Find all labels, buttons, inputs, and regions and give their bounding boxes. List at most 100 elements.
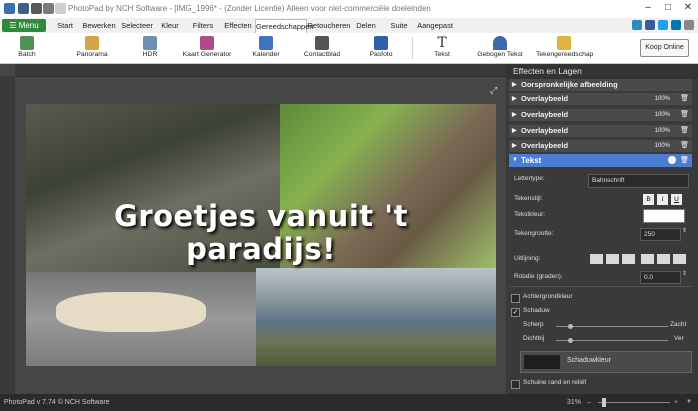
- layer-name: Overlaybeeld: [521, 141, 569, 150]
- panorama-button[interactable]: Panorama: [72, 34, 112, 62]
- size-label: Tekengrootte:: [514, 230, 554, 237]
- redo-icon[interactable]: [43, 3, 54, 14]
- overlay-text[interactable]: Groetjes vanuit 't paradijs!: [26, 200, 496, 266]
- tab-retoucheren[interactable]: Retoucheren: [307, 18, 351, 33]
- undo-icon[interactable]: [31, 3, 42, 14]
- app-icon: [4, 3, 15, 14]
- align-middle-button[interactable]: [657, 254, 670, 264]
- zoom-out-icon[interactable]: –: [587, 394, 591, 411]
- zoom-slider-track[interactable]: [598, 402, 670, 403]
- new-document-icon[interactable]: [55, 3, 66, 14]
- trash-icon[interactable]: 🗑: [680, 109, 689, 121]
- passport-photo-label: Pasfoto: [369, 51, 393, 58]
- trash-icon[interactable]: 🗑: [680, 140, 689, 152]
- sharp-label: Scherp: [523, 321, 544, 328]
- batch-button[interactable]: Batch: [12, 34, 42, 62]
- settings-circle-icon[interactable]: [668, 156, 676, 164]
- horizontal-ruler: [15, 64, 506, 77]
- distance-slider-handle[interactable]: [568, 338, 573, 343]
- layer-opacity[interactable]: 100%: [655, 109, 670, 121]
- help-icon[interactable]: [684, 20, 694, 30]
- font-dropdown[interactable]: Bahnschrift: [588, 174, 689, 188]
- twitter-icon[interactable]: [658, 20, 668, 30]
- align-top-button[interactable]: [641, 254, 654, 264]
- tab-bewerken[interactable]: Bewerken: [81, 18, 117, 33]
- spinner-icon[interactable]: ⇕: [682, 227, 687, 234]
- tab-suite[interactable]: Suite: [388, 18, 410, 33]
- drawing-tool-button[interactable]: Tekengereedschap: [536, 34, 593, 62]
- hdr-button[interactable]: HDR: [135, 34, 165, 62]
- buy-online-button[interactable]: Koop Online: [640, 39, 689, 57]
- layer-opacity[interactable]: 100%: [655, 125, 670, 137]
- tab-selecteer[interactable]: Selecteer: [118, 18, 156, 33]
- layer-opacity[interactable]: 100%: [655, 93, 670, 105]
- hdr-label: HDR: [142, 51, 158, 58]
- shadow-checkbox[interactable]: ✓: [511, 308, 520, 317]
- size-value: 250: [644, 231, 655, 238]
- layer-original[interactable]: ▶ Oorspronkelijke afbeelding: [509, 79, 692, 91]
- layer-overlay-1[interactable]: ▶ Overlaybeeld 100% 🗑: [509, 93, 692, 105]
- italic-button[interactable]: I: [657, 194, 668, 205]
- text-button[interactable]: T Tekst: [428, 34, 456, 62]
- tab-aangepast[interactable]: Aangepast: [416, 18, 454, 33]
- minimize-button[interactable]: –: [640, 2, 656, 13]
- passport-photo-button[interactable]: Pasfoto: [363, 34, 399, 62]
- style-label: Tekenstijl:: [514, 195, 543, 202]
- layer-text[interactable]: ▼ Tekst 🗑: [509, 154, 692, 167]
- like-icon[interactable]: [632, 20, 642, 30]
- expand-arrow-icon[interactable]: ▶: [512, 93, 517, 105]
- menu-button[interactable]: ☰ Menu: [2, 19, 46, 32]
- shadow-color-button[interactable]: Schaduwkleur: [520, 351, 692, 373]
- trash-icon[interactable]: 🗑: [680, 154, 689, 167]
- tab-effecten[interactable]: Effecten: [222, 18, 254, 33]
- underline-button[interactable]: U: [671, 194, 682, 205]
- map-generator-button[interactable]: Kaart Generator: [180, 34, 234, 62]
- expand-arrow-icon[interactable]: ▶: [512, 140, 517, 152]
- text-color-label: Tekstkleur:: [514, 211, 546, 218]
- text-color-swatch[interactable]: [643, 209, 685, 223]
- linkedin-icon[interactable]: [671, 20, 681, 30]
- harbor-photo: [256, 268, 496, 366]
- bold-button[interactable]: B: [643, 194, 654, 205]
- facebook-icon[interactable]: [645, 20, 655, 30]
- close-button[interactable]: ✕: [680, 2, 696, 13]
- rotation-input[interactable]: 0.0: [640, 271, 681, 284]
- align-left-button[interactable]: [590, 254, 603, 264]
- tab-gereedschappen[interactable]: Gereedschappen: [255, 19, 314, 34]
- photo-collage[interactable]: Groetjes vanuit 't paradijs!: [26, 104, 496, 366]
- hamburger-icon: ☰: [9, 21, 19, 30]
- zoom-in-icon[interactable]: +: [674, 394, 678, 411]
- text-icon: T: [437, 35, 447, 51]
- tab-kleur[interactable]: Kleur: [157, 18, 183, 33]
- layer-overlay-2[interactable]: ▶ Overlaybeeld 100% 🗑: [509, 109, 692, 121]
- expand-arrow-icon[interactable]: ▶: [512, 109, 517, 121]
- menu-arrow-icon[interactable]: ▼: [686, 394, 692, 411]
- expand-arrow-icon[interactable]: ▶: [512, 79, 517, 91]
- trash-icon[interactable]: 🗑: [680, 125, 689, 137]
- trash-icon[interactable]: 🗑: [680, 93, 689, 105]
- size-input[interactable]: 250: [640, 228, 681, 241]
- align-bottom-button[interactable]: [673, 254, 686, 264]
- background-color-checkbox[interactable]: [511, 294, 520, 303]
- layer-overlay-4[interactable]: ▶ Overlaybeeld 100% 🗑: [509, 140, 692, 152]
- layer-opacity[interactable]: 100%: [655, 140, 670, 152]
- tab-filters[interactable]: Filters: [189, 18, 217, 33]
- tab-delen[interactable]: Delen: [353, 18, 379, 33]
- collapse-arrow-icon[interactable]: ▼: [512, 154, 518, 167]
- contact-sheet-button[interactable]: Contactblad: [300, 34, 344, 62]
- zoom-slider-handle[interactable]: [602, 398, 606, 407]
- tab-start[interactable]: Start: [52, 18, 78, 33]
- save-icon[interactable]: [18, 3, 29, 14]
- align-right-button[interactable]: [622, 254, 635, 264]
- calendar-button[interactable]: Kalender: [248, 34, 284, 62]
- spinner-icon[interactable]: ⇕: [682, 270, 687, 277]
- curved-text-button[interactable]: Gebogen Tekst: [476, 34, 524, 62]
- layer-overlay-3[interactable]: ▶ Overlaybeeld 100% 🗑: [509, 125, 692, 137]
- version-text: PhotoPad v 7.74 © NCH Software: [4, 399, 110, 406]
- blur-slider-handle[interactable]: [568, 324, 573, 329]
- maximize-button[interactable]: □: [660, 2, 676, 13]
- emboss-checkbox[interactable]: [511, 380, 520, 389]
- fullscreen-icon[interactable]: ⤢: [490, 85, 497, 96]
- expand-arrow-icon[interactable]: ▶: [512, 125, 517, 137]
- align-center-button[interactable]: [606, 254, 619, 264]
